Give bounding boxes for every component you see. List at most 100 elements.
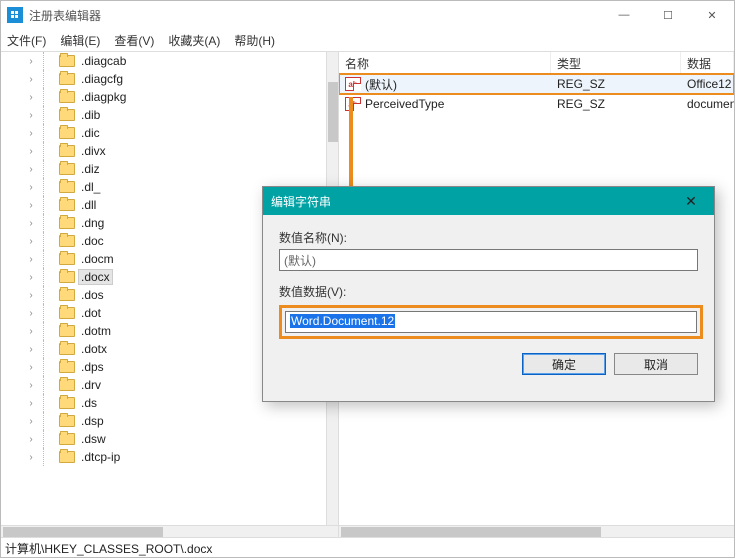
expand-icon[interactable]: › [25,452,37,463]
tree-label: .docx [79,270,112,284]
value-row[interactable]: ab (默认) REG_SZOffice12 [339,74,734,94]
tree-item[interactable]: ›.dib [1,106,326,124]
menu-view[interactable]: 查看(V) [114,32,154,49]
tree-label: .diz [79,162,102,176]
expand-icon[interactable]: › [25,398,37,409]
value-data-highlight: Word.Document.12 [279,305,703,339]
tree-line [43,250,57,268]
tree-item[interactable]: ›.diagcfg [1,70,326,88]
value-name: (默认) [365,76,397,93]
expand-icon[interactable]: › [25,164,37,175]
window-title: 注册表编辑器 [29,7,101,24]
tree-line [43,160,57,178]
value-type: REG_SZ [551,97,681,111]
tree-line [43,376,57,394]
tree-item[interactable]: ›.dsw [1,430,326,448]
folder-icon [59,163,75,175]
menubar: 文件(F) 编辑(E) 查看(V) 收藏夹(A) 帮助(H) [1,29,734,51]
expand-icon[interactable]: › [25,74,37,85]
tree-item[interactable]: ›.dtcp-ip [1,448,326,466]
value-data-label: 数值数据(V): [279,283,698,300]
expand-icon[interactable]: › [25,290,37,301]
tree-label: .doc [79,234,106,248]
string-value-icon: ab [345,97,361,111]
expand-icon[interactable]: › [25,146,37,157]
values-hscrollbar[interactable] [339,525,734,537]
folder-icon [59,73,75,85]
dialog-title: 编辑字符串 [271,193,331,210]
tree-item[interactable]: ›.dic [1,124,326,142]
expand-icon[interactable]: › [25,56,37,67]
minimize-button[interactable]: — [602,1,646,29]
string-value-icon: ab [345,77,361,91]
folder-icon [59,217,75,229]
value-name-input[interactable] [279,249,698,271]
value-data: Office12 [681,77,734,91]
statusbar: 计算机\HKEY_CLASSES_ROOT\.docx [1,537,734,557]
tree-line [43,106,57,124]
tree-item[interactable]: ›.diagpkg [1,88,326,106]
expand-icon[interactable]: › [25,236,37,247]
menu-favorites[interactable]: 收藏夹(A) [168,32,220,49]
tree-line [43,196,57,214]
expand-icon[interactable]: › [25,92,37,103]
tree-line [43,286,57,304]
folder-icon [59,271,75,283]
titlebar: 注册表编辑器 — ☐ ✕ [1,1,734,29]
tree-line [43,214,57,232]
folder-icon [59,325,75,337]
folder-icon [59,199,75,211]
tree-line [43,448,57,466]
tree-hscrollbar[interactable] [1,525,338,537]
expand-icon[interactable]: › [25,110,37,121]
col-type[interactable]: 类型 [551,52,681,73]
ok-button[interactable]: 确定 [522,353,606,375]
cancel-button[interactable]: 取消 [614,353,698,375]
expand-icon[interactable]: › [25,128,37,139]
status-path: 计算机\HKEY_CLASSES_ROOT\.docx [5,542,212,556]
expand-icon[interactable]: › [25,380,37,391]
dialog-close-button[interactable]: ✕ [676,193,706,210]
folder-icon [59,91,75,103]
menu-help[interactable]: 帮助(H) [234,32,275,49]
folder-icon [59,415,75,427]
tree-label: .docm [79,252,116,266]
values-list[interactable]: ab (默认) REG_SZOffice12 abPerceivedTypeREG_S… [339,74,734,114]
expand-icon[interactable]: › [25,182,37,193]
values-header: 名称 类型 数据 [339,52,734,74]
expand-icon[interactable]: › [25,344,37,355]
expand-icon[interactable]: › [25,218,37,229]
dialog-body: 数值名称(N): 数值数据(V): Word.Document.12 [263,215,714,339]
tree-line [43,304,57,322]
tree-item[interactable]: ›.diagcab [1,52,326,70]
expand-icon[interactable]: › [25,416,37,427]
tree-item[interactable]: › .diz [1,160,326,178]
expand-icon[interactable]: › [25,326,37,337]
tree-line [43,88,57,106]
value-data: documen [681,97,734,111]
value-type: REG_SZ [551,77,681,91]
expand-icon[interactable]: › [25,362,37,373]
folder-icon [59,253,75,265]
expand-icon[interactable]: › [25,434,37,445]
tree-line [43,340,57,358]
window-controls: — ☐ ✕ [602,1,734,29]
close-button[interactable]: ✕ [690,1,734,29]
maximize-button[interactable]: ☐ [646,1,690,29]
expand-icon[interactable]: › [25,272,37,283]
menu-edit[interactable]: 编辑(E) [60,32,100,49]
tree-item[interactable]: ›.divx [1,142,326,160]
tree-line [43,124,57,142]
dialog-titlebar: 编辑字符串 ✕ [263,187,714,215]
registry-editor-window: 注册表编辑器 — ☐ ✕ 文件(F) 编辑(E) 查看(V) 收藏夹(A) 帮助… [0,0,735,558]
tree-line [43,52,57,70]
tree-line [43,178,57,196]
col-data[interactable]: 数据 [681,52,734,73]
expand-icon[interactable]: › [25,254,37,265]
value-row[interactable]: abPerceivedTypeREG_SZdocumen [339,94,734,114]
col-name[interactable]: 名称 [339,52,551,73]
expand-icon[interactable]: › [25,308,37,319]
expand-icon[interactable]: › [25,200,37,211]
menu-file[interactable]: 文件(F) [7,32,46,49]
tree-item[interactable]: ›.dsp [1,412,326,430]
